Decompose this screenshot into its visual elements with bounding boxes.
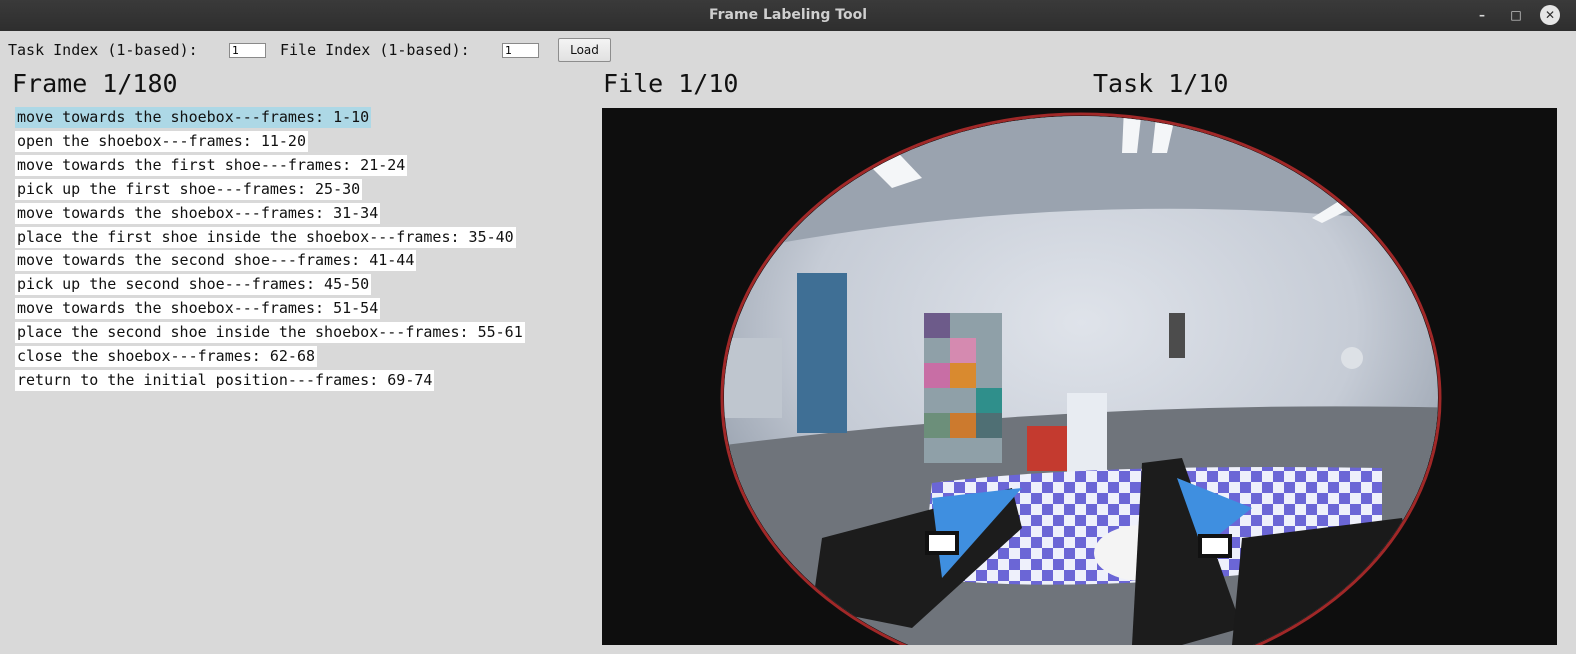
close-icon[interactable]: ✕ <box>1540 5 1560 25</box>
video-frame <box>602 108 1557 645</box>
segment-item[interactable]: pick up the first shoe---frames: 25-30 <box>15 179 363 200</box>
load-button[interactable]: Load <box>558 38 611 62</box>
file-counter: File 1/10 <box>603 69 739 98</box>
file-index-input[interactable] <box>502 43 539 58</box>
segment-item[interactable]: pick up the second shoe---frames: 45-50 <box>15 274 372 295</box>
task-index-label: Task Index (1-based): <box>8 41 198 59</box>
segment-item[interactable]: return to the initial position---frames:… <box>15 370 435 391</box>
segment-item[interactable]: move towards the first shoe---frames: 21… <box>15 155 408 176</box>
minimize-icon[interactable]: – <box>1472 5 1492 25</box>
maximize-icon[interactable]: □ <box>1506 5 1526 25</box>
segment-item[interactable]: move towards the shoebox---frames: 1-10 <box>15 107 372 128</box>
task-counter: Task 1/10 <box>1093 69 1229 98</box>
frame-image <box>602 108 1557 645</box>
segment-item[interactable]: close the shoebox---frames: 62-68 <box>15 346 318 367</box>
segment-item[interactable]: place the first shoe inside the shoebox-… <box>15 227 516 248</box>
window-title: Frame Labeling Tool <box>708 7 868 23</box>
segment-item[interactable]: open the shoebox---frames: 11-20 <box>15 131 308 152</box>
file-index-label: File Index (1-based): <box>280 41 470 59</box>
segment-item[interactable]: move towards the shoebox---frames: 51-54 <box>15 298 381 319</box>
segment-item[interactable]: place the second shoe inside the shoebox… <box>15 322 525 343</box>
task-index-input[interactable] <box>229 43 266 58</box>
segment-item[interactable]: move towards the shoebox---frames: 31-34 <box>15 203 381 224</box>
title-bar: Frame Labeling Tool – □ ✕ <box>0 0 1576 31</box>
frame-counter: Frame 1/180 <box>12 69 178 98</box>
segment-item[interactable]: move towards the second shoe---frames: 4… <box>15 250 417 271</box>
